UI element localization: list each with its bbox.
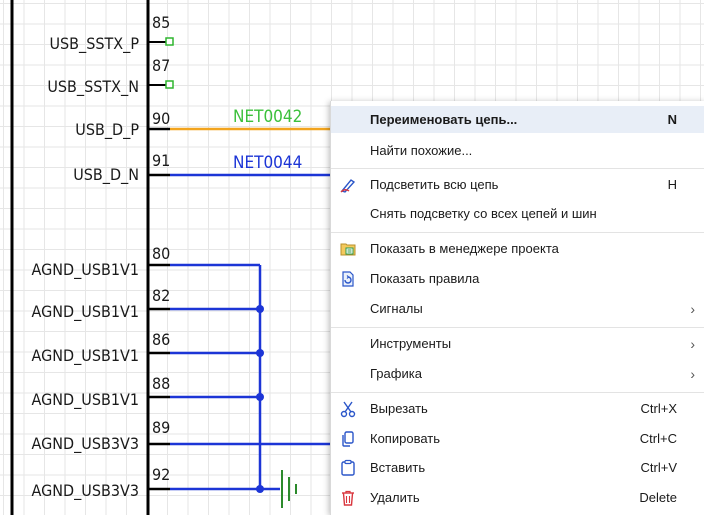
pin-name: AGND_USB3V3 — [32, 481, 139, 501]
pin-name: AGND_USB1V1 — [32, 260, 139, 280]
pin-name: USB_D_N — [73, 165, 139, 185]
menu-item-clear-highlight[interactable]: Снять подсветку со всех цепей и шин — [331, 200, 704, 227]
menu-item-show-rules[interactable]: Показать правила — [331, 265, 704, 292]
menu-separator — [331, 232, 704, 233]
highlight-pen-icon — [339, 176, 357, 194]
copy-icon — [339, 430, 357, 448]
pin-number: 85 — [152, 13, 170, 32]
menu-item-label: Вырезать — [370, 401, 428, 416]
menu-item-label: Сигналы — [370, 301, 423, 316]
menu-item-label: Переименовать цепь... — [370, 112, 518, 127]
menu-item-delete[interactable]: Удалить Delete — [331, 484, 704, 511]
menu-item-label: Показать в менеджере проекта — [370, 241, 559, 256]
trash-icon — [339, 489, 357, 507]
menu-item-label: Найти похожие... — [370, 143, 473, 158]
ground-symbol-icon[interactable] — [281, 470, 297, 508]
menu-item-highlight-net[interactable]: Подсветить всю цепь H — [331, 171, 704, 198]
menu-item-label: Подсветить всю цепь — [370, 177, 499, 192]
chevron-right-icon: › — [690, 300, 695, 317]
menu-separator — [331, 168, 704, 169]
menu-item-show-in-project-manager[interactable]: Показать в менеджере проекта — [331, 235, 704, 262]
pin-number: 80 — [152, 244, 170, 263]
pin-number: 82 — [152, 286, 170, 305]
scissors-icon — [339, 400, 357, 418]
menu-item-signals[interactable]: Сигналы › — [331, 295, 704, 322]
menu-item-label: Графика — [370, 366, 422, 381]
pin-number: 91 — [152, 151, 170, 170]
pin-name: USB_SSTX_N — [47, 77, 139, 97]
menu-item-label: Показать правила — [370, 271, 480, 286]
context-menu: Переименовать цепь... N Найти похожие...… — [330, 101, 704, 515]
paste-icon — [339, 459, 357, 477]
menu-separator — [331, 392, 704, 393]
menu-item-graphics[interactable]: Графика › — [331, 360, 704, 387]
project-manager-icon — [339, 240, 357, 258]
rules-icon — [339, 270, 357, 288]
menu-item-label: Удалить — [370, 490, 420, 505]
menu-item-rename-net[interactable]: Переименовать цепь... N — [331, 106, 704, 133]
pin-number: 88 — [152, 374, 170, 393]
pin-number: 86 — [152, 330, 170, 349]
junction-dot — [256, 485, 264, 493]
pin-name: AGND_USB1V1 — [32, 346, 139, 366]
pin-number: 92 — [152, 465, 170, 484]
menu-item-label: Копировать — [370, 431, 440, 446]
menu-item-shortcut: Ctrl+C — [639, 431, 677, 446]
junction-dot — [256, 393, 264, 401]
unconnected-pin-marker[interactable] — [165, 80, 174, 89]
menu-item-tools[interactable]: Инструменты › — [331, 330, 704, 357]
net-label[interactable]: NET0044 — [233, 153, 302, 173]
chevron-right-icon: › — [690, 335, 695, 352]
menu-item-label: Снять подсветку со всех цепей и шин — [370, 206, 597, 221]
chevron-right-icon: › — [690, 365, 695, 382]
pin-number: 90 — [152, 109, 170, 128]
net-label[interactable]: NET0042 — [233, 107, 302, 127]
pin-number: 87 — [152, 56, 170, 75]
pin-name: AGND_USB1V1 — [32, 302, 139, 322]
pin-number: 89 — [152, 418, 170, 437]
menu-item-paste[interactable]: Вставить Ctrl+V — [331, 454, 704, 481]
menu-item-shortcut: Ctrl+V — [640, 460, 677, 475]
menu-item-shortcut: Delete — [639, 490, 677, 505]
menu-item-copy[interactable]: Копировать Ctrl+C — [331, 425, 704, 452]
pin-name: AGND_USB1V1 — [32, 390, 139, 410]
menu-item-find-similar[interactable]: Найти похожие... — [331, 137, 704, 164]
menu-item-label: Вставить — [370, 460, 426, 475]
menu-item-shortcut: H — [667, 177, 677, 192]
menu-item-label: Инструменты — [370, 336, 452, 351]
pin-name: USB_D_P — [75, 120, 139, 140]
pin-name: USB_SSTX_P — [49, 34, 139, 54]
menu-item-shortcut: Ctrl+X — [640, 401, 677, 416]
junction-dot — [256, 305, 264, 313]
unconnected-pin-marker[interactable] — [165, 37, 174, 46]
pin-name: AGND_USB3V3 — [32, 434, 139, 454]
menu-item-shortcut: N — [667, 112, 677, 127]
menu-item-cut[interactable]: Вырезать Ctrl+X — [331, 395, 704, 422]
menu-separator — [331, 327, 704, 328]
junction-dot — [256, 349, 264, 357]
